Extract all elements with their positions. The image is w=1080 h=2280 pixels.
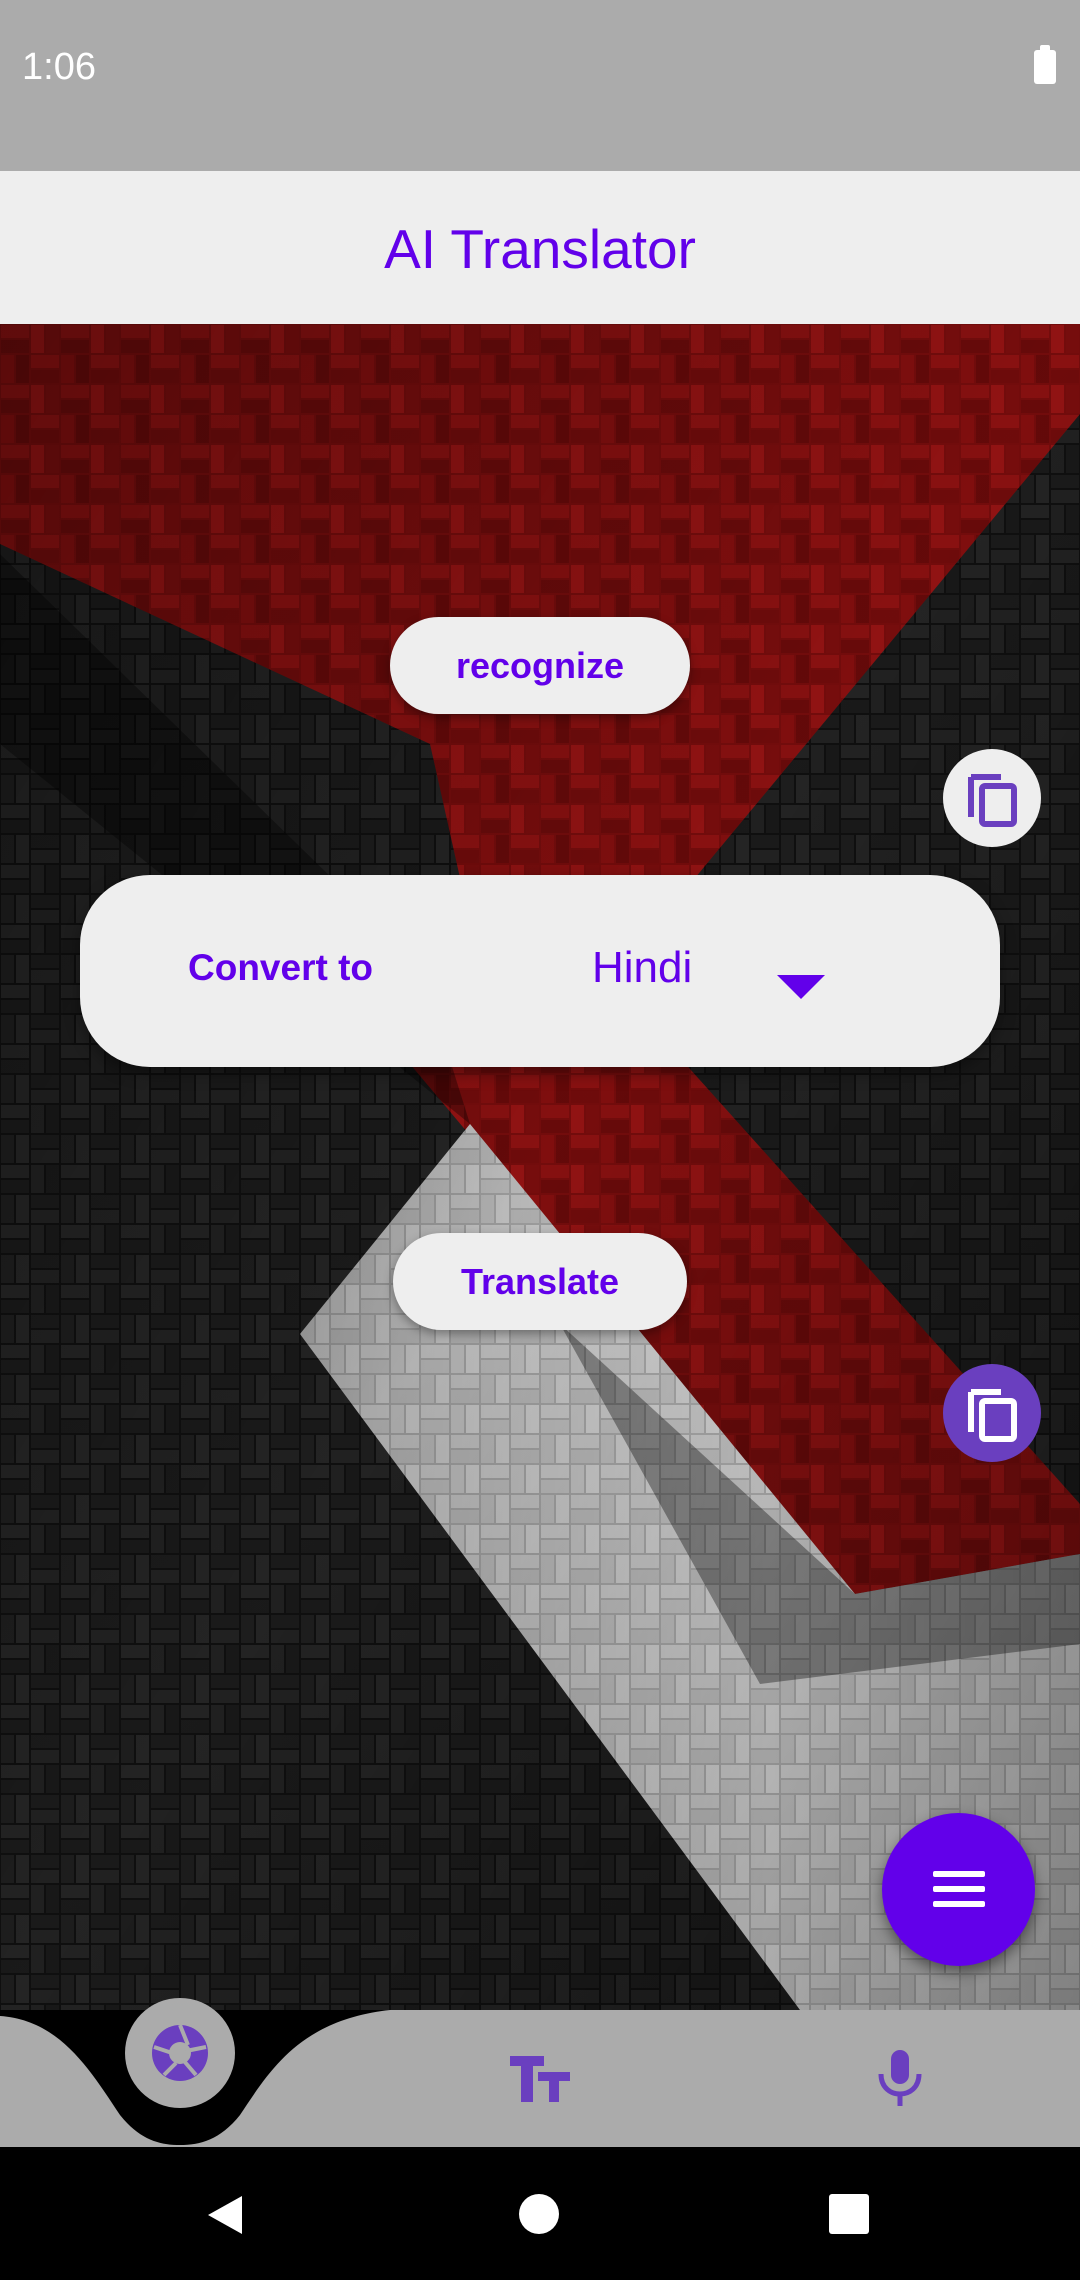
status-bar: 1:06 (0, 0, 1080, 171)
app-title: AI Translator (384, 218, 696, 280)
home-icon[interactable] (519, 2194, 559, 2234)
app-bar: AI Translator (0, 171, 1080, 324)
convert-card: Convert to Hindi (80, 875, 1000, 1067)
copy-button-top[interactable] (943, 749, 1041, 847)
copy-icon (968, 774, 1017, 827)
background-artwork (0, 324, 1080, 2010)
recognize-button[interactable]: recognize (390, 617, 690, 714)
status-time: 1:06 (22, 46, 96, 88)
convert-to-label: Convert to (188, 947, 373, 988)
dropdown-arrow-icon[interactable] (777, 975, 825, 999)
text-size-icon (510, 2056, 570, 2102)
camera-shutter-icon (152, 2024, 208, 2081)
microphone-icon (878, 2050, 922, 2106)
copy-button-bottom[interactable] (943, 1364, 1041, 1462)
language-dropdown[interactable]: Hindi (500, 915, 910, 1025)
text-size-button[interactable] (508, 2050, 572, 2110)
menu-fab-button[interactable] (882, 1813, 1035, 1966)
battery-icon (1034, 45, 1056, 84)
copy-icon (968, 1389, 1017, 1442)
recent-apps-icon[interactable] (829, 2194, 869, 2234)
background-image (0, 324, 1080, 2010)
translate-button[interactable]: Translate (393, 1233, 687, 1330)
back-icon[interactable] (204, 2194, 244, 2236)
language-value: Hindi (592, 943, 693, 992)
microphone-button[interactable] (873, 2048, 927, 2108)
camera-button[interactable] (125, 1998, 235, 2108)
